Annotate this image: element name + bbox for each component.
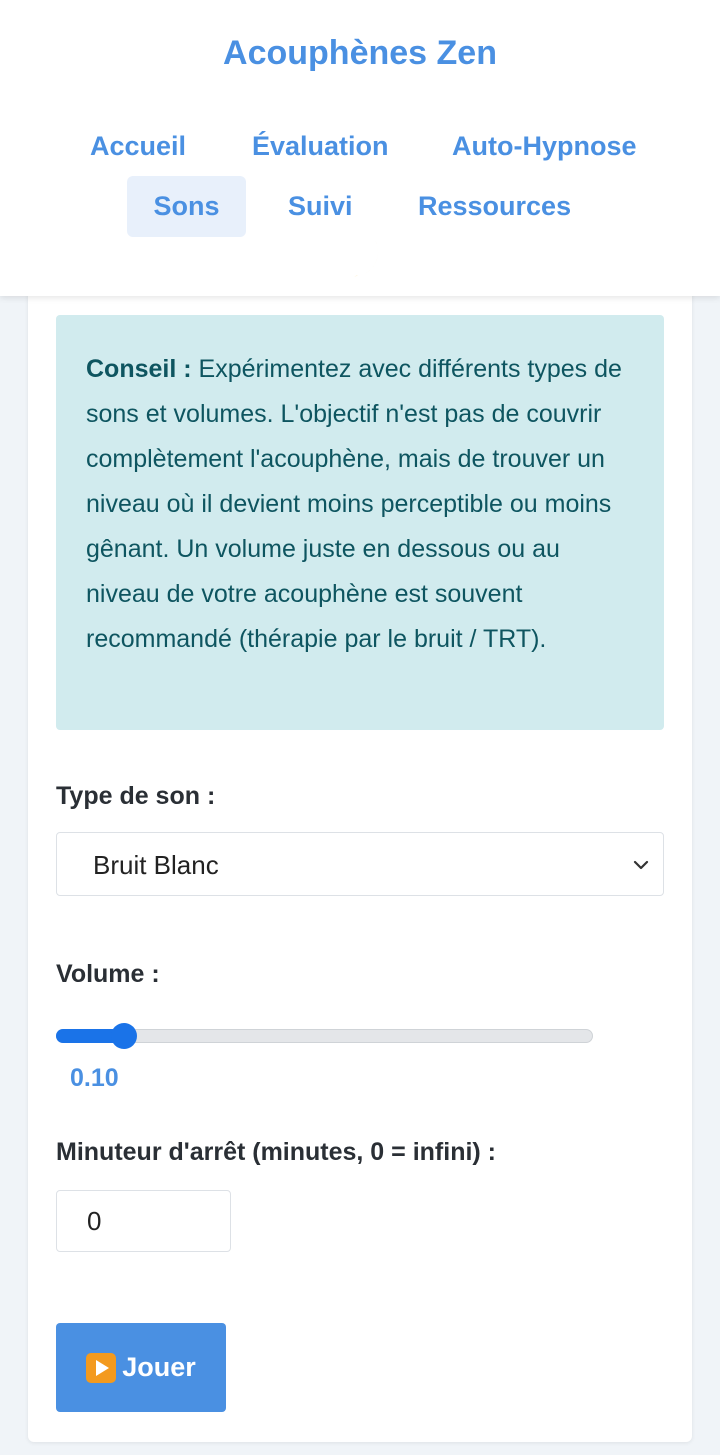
tip-text: Expérimentez avec différents types de so… [86, 355, 622, 653]
nav-item-suivi[interactable]: Suivi [288, 191, 353, 222]
nav-item-ressources[interactable]: Ressources [418, 191, 571, 222]
nav-item-evaluation[interactable]: Évaluation [252, 131, 389, 162]
volume-slider-thumb[interactable] [111, 1023, 138, 1049]
play-icon [86, 1352, 117, 1383]
nav-item-accueil[interactable]: Accueil [90, 131, 186, 162]
moon-icon[interactable] [332, 230, 386, 284]
volume-slider[interactable] [56, 1020, 596, 1052]
play-button-label: Jouer [122, 1352, 196, 1382]
timer-label: Minuteur d'arrêt (minutes, 0 = infini) : [56, 1138, 497, 1166]
volume-label: Volume : [56, 960, 160, 988]
play-button[interactable]: Jouer [56, 1323, 226, 1412]
volume-value: 0.10 [70, 1064, 119, 1092]
timer-input[interactable] [56, 1190, 231, 1252]
nav-item-auto-hypnose[interactable]: Auto-Hypnose [452, 131, 637, 162]
sound-type-label: Type de son : [56, 782, 216, 810]
tip-prefix: Conseil : [86, 355, 192, 383]
tip-box: Conseil : Expérimentez avec différents t… [56, 315, 664, 730]
nav-item-sons[interactable]: Sons [127, 176, 246, 237]
app-title: Acouphènes Zen [223, 34, 497, 72]
sound-type-selected: Bruit Blanc [93, 850, 219, 880]
app-header: Acouphènes Zen Accueil Évaluation Auto-H… [0, 0, 720, 296]
sound-type-select[interactable]: Bruit Blanc [56, 832, 664, 896]
chevron-down-icon [633, 860, 649, 870]
